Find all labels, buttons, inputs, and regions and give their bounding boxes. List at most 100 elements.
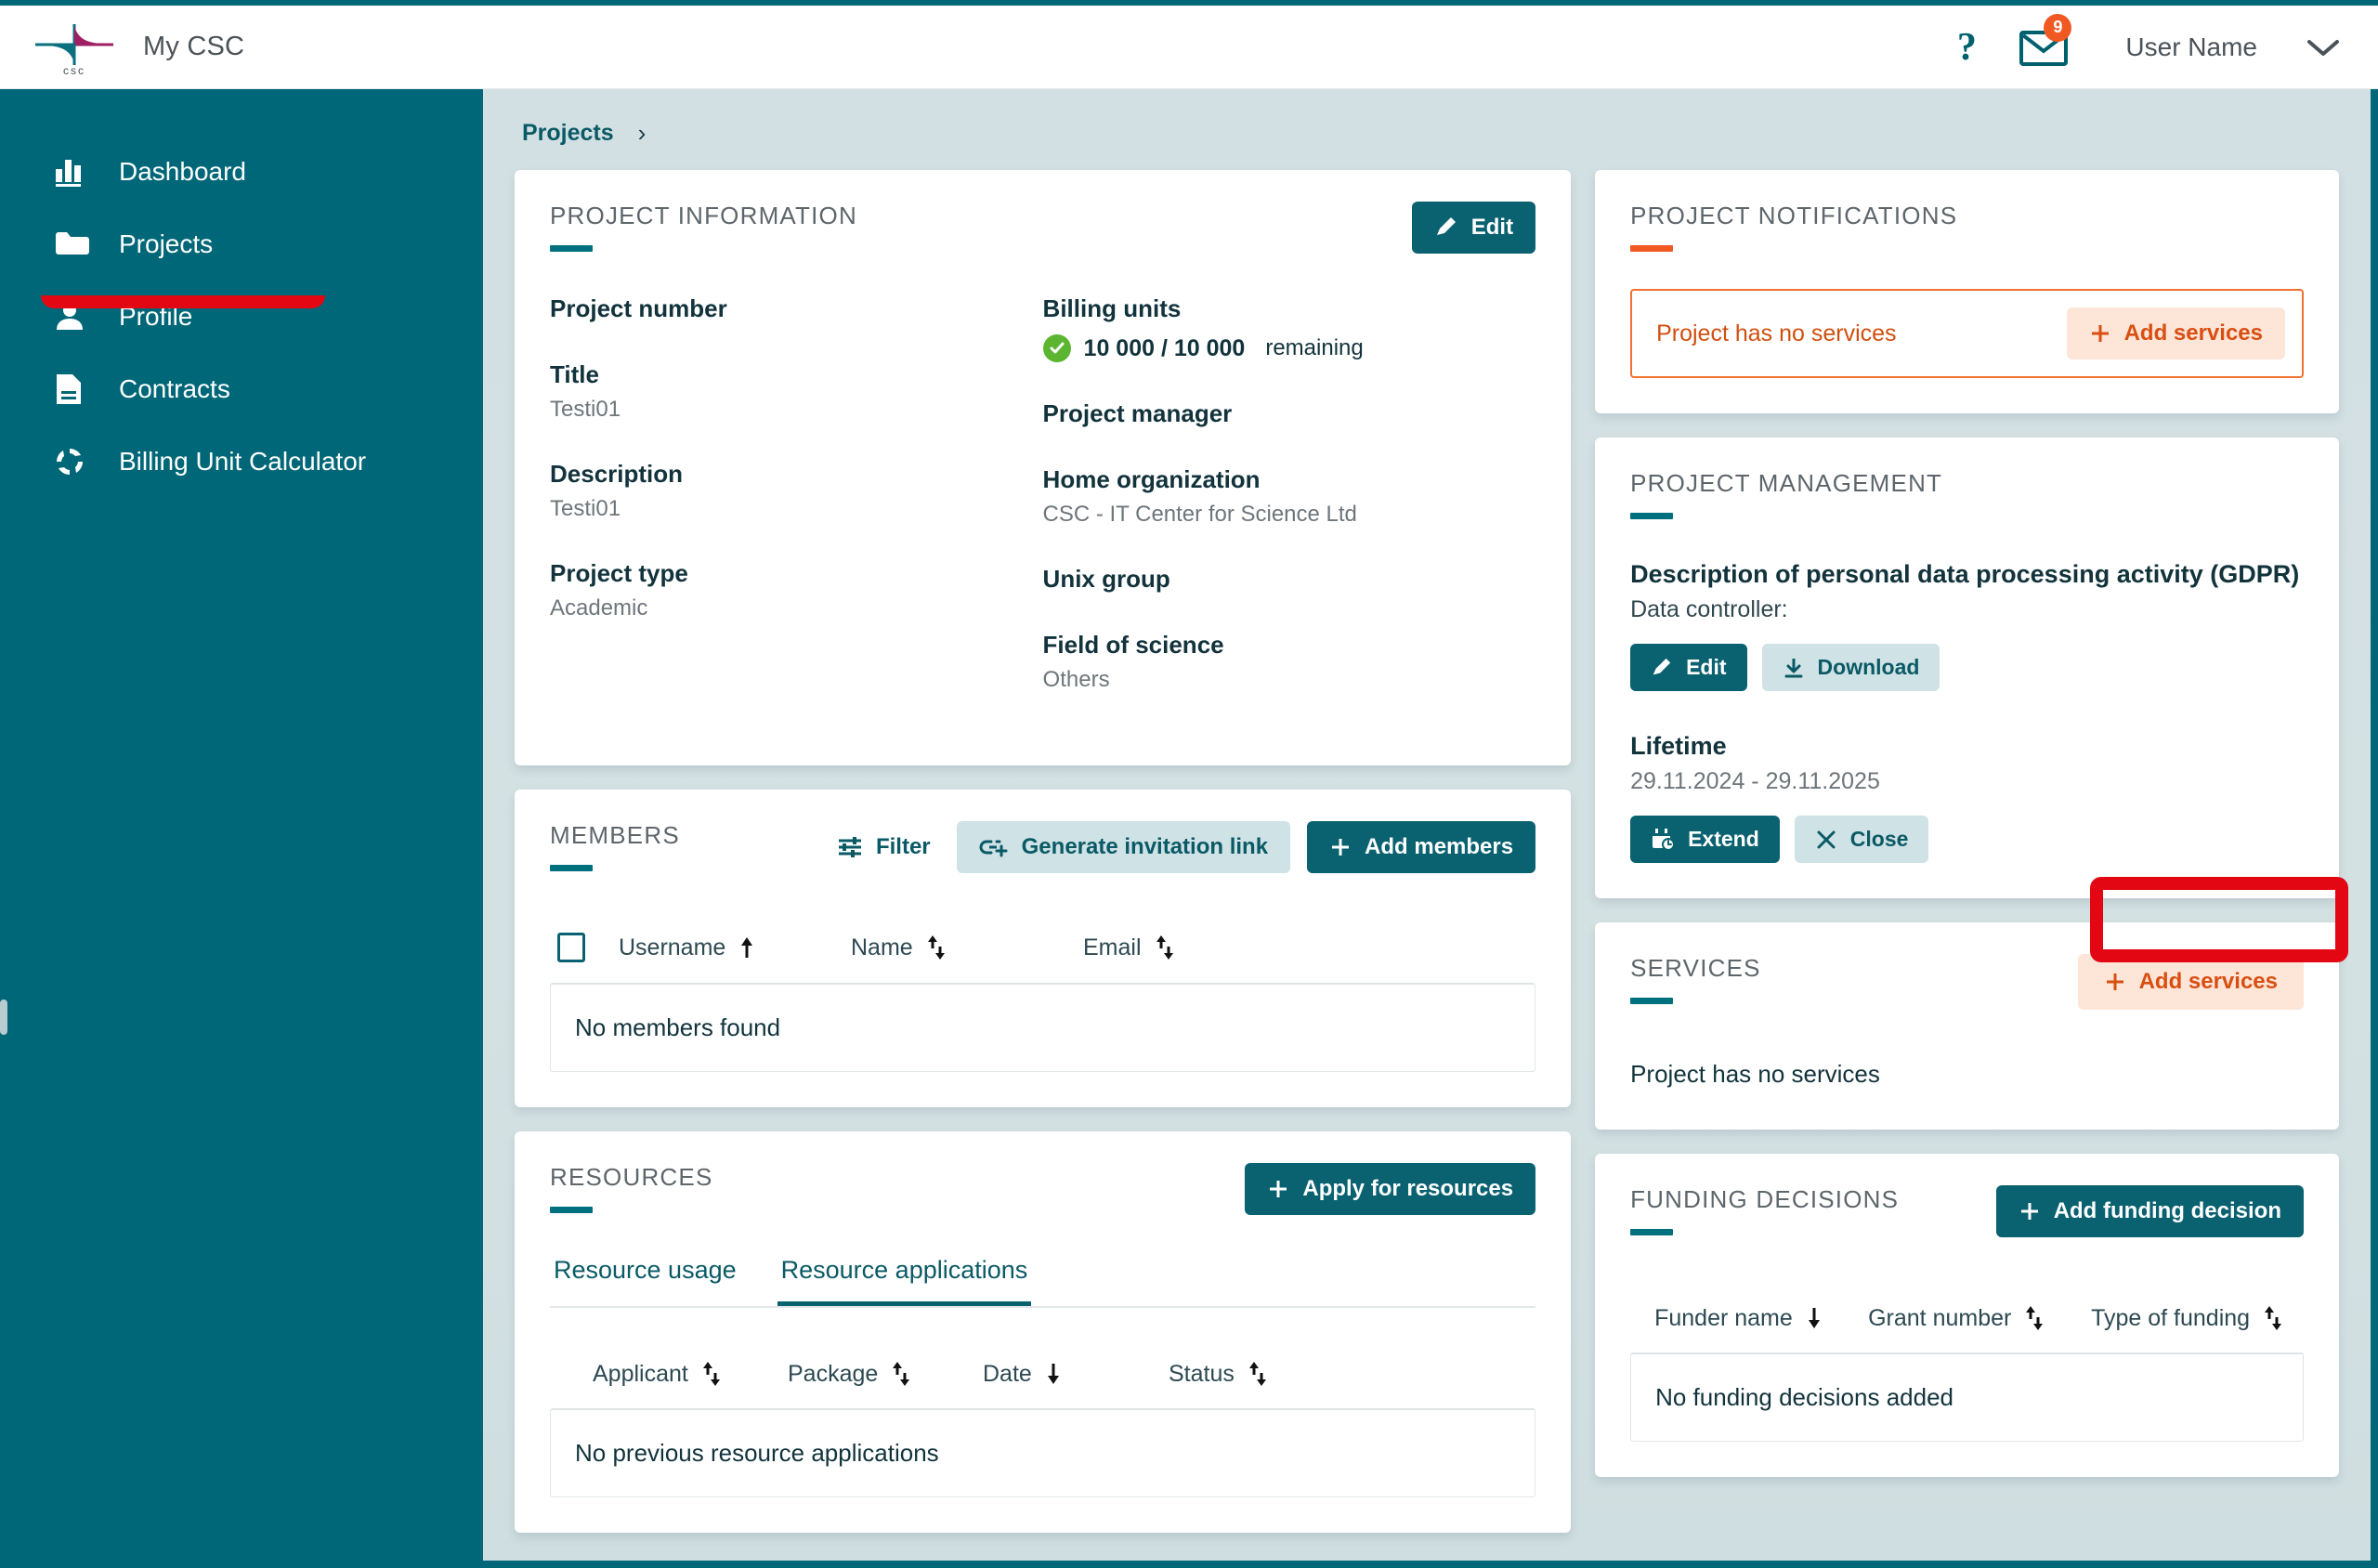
funding-decisions-card: FUNDING DECISIONS Add funding decision F… — [1595, 1154, 2339, 1477]
add-services-label: Add services — [2138, 969, 2278, 994]
field-billing-units: Billing units 10 000 / 10 000 remaining — [1042, 294, 1536, 362]
sort-desc-icon — [1806, 1306, 1823, 1330]
field-unix-group: Unix group — [1043, 565, 1536, 594]
plus-icon — [2019, 1200, 2041, 1222]
billing-units-suffix: remaining — [1265, 335, 1364, 360]
column-label: Email — [1083, 934, 1142, 960]
question-mark-icon[interactable]: ? — [1934, 28, 1999, 67]
pencil-icon — [1651, 657, 1673, 679]
resources-empty-text: No previous resource applications — [575, 1439, 939, 1467]
notification-banner: Project has no services Add services — [1630, 289, 2304, 378]
card-title: PROJECT NOTIFICATIONS — [1630, 202, 1958, 229]
app-root: csc My CSC ? 9 User Name Dashboard Proje… — [0, 0, 2378, 1568]
add-services-button[interactable]: Add services — [2077, 954, 2304, 1010]
funding-empty-row: No funding decisions added — [1630, 1352, 2304, 1442]
sort-both-icon — [2024, 1304, 2045, 1332]
add-members-button[interactable]: Add members — [1307, 821, 1536, 873]
field-value: CSC - IT Center for Science Ltd — [1042, 502, 1357, 527]
generate-invitation-link-button[interactable]: Generate invitation link — [956, 821, 1291, 873]
column-header-email[interactable]: Email — [1083, 934, 1175, 961]
close-project-label: Close — [1849, 827, 1909, 851]
column-header-applicant[interactable]: Applicant — [593, 1360, 788, 1388]
field-value: Testi01 — [550, 397, 621, 422]
add-funding-decision-button[interactable]: Add funding decision — [1995, 1185, 2304, 1237]
column-label: Applicant — [593, 1360, 688, 1387]
chevron-down-icon[interactable] — [2306, 36, 2341, 59]
title-rule — [550, 865, 593, 871]
mail-badge-count: 9 — [2044, 13, 2072, 42]
sidebar-item-dashboard[interactable]: Dashboard — [0, 136, 483, 208]
title-rule — [1630, 245, 1674, 252]
project-info-right-fields: Billing units 10 000 / 10 000 remaining — [1042, 294, 1536, 730]
extend-button[interactable]: Extend — [1630, 816, 1780, 863]
project-notifications-card: PROJECT NOTIFICATIONS Project has no ser… — [1595, 170, 2339, 413]
sidebar-item-profile[interactable]: Profile — [0, 281, 483, 353]
notification-add-services-label: Add services — [2123, 320, 2263, 346]
column-header-date[interactable]: Date — [983, 1361, 1169, 1388]
brand[interactable]: csc My CSC — [0, 19, 244, 76]
breadcrumb-separator-icon: › — [637, 119, 647, 147]
filter-button[interactable]: Filter — [833, 821, 940, 873]
field-value: Others — [1042, 667, 1110, 692]
field-label: Project type — [550, 559, 688, 587]
gdpr-download-button[interactable]: Download — [1761, 644, 1940, 691]
field-label: Home organization — [1042, 465, 1261, 493]
notification-add-services-button[interactable]: Add services — [2066, 307, 2285, 359]
title-rule — [1630, 998, 1674, 1004]
column-header-name[interactable]: Name — [851, 934, 1083, 961]
column-header-grant-number[interactable]: Grant number — [1868, 1304, 2091, 1332]
scrollbar-thumb[interactable] — [0, 1000, 7, 1035]
project-information-card: PROJECT INFORMATION Edit Project number … — [515, 170, 1572, 765]
sidebar-item-projects[interactable]: Projects — [0, 208, 483, 281]
sort-desc-icon — [1045, 1362, 1062, 1386]
check-circle-icon — [1042, 334, 1071, 362]
lifetime-label: Lifetime — [1630, 732, 1727, 760]
breadcrumb-projects-link[interactable]: Projects — [522, 120, 614, 147]
close-project-button[interactable]: Close — [1794, 816, 1929, 863]
close-icon — [1815, 829, 1837, 851]
column-header-funder-name[interactable]: Funder name — [1654, 1305, 1868, 1332]
link-add-icon — [979, 836, 1009, 858]
notification-message: Project has no services — [1656, 320, 1897, 346]
top-bar: csc My CSC ? 9 User Name — [0, 6, 2378, 89]
column-header-status[interactable]: Status — [1169, 1360, 1268, 1388]
user-name-label: User Name — [2125, 32, 2257, 61]
content-area: Projects › PROJECT INFORMATION Edit Proj… — [483, 89, 2371, 1561]
field-project-type: Project type Academic — [550, 559, 1043, 621]
field-label: Unix group — [1042, 565, 1170, 593]
pencil-icon — [1434, 216, 1458, 240]
sidebar-item-contracts[interactable]: Contracts — [0, 353, 483, 425]
annotation-underline-projects — [41, 295, 325, 308]
project-info-left-fields: Project number Title Testi01 Description… — [550, 294, 1043, 730]
column-header-username[interactable]: Username — [619, 934, 851, 961]
plus-icon — [1267, 1178, 1289, 1200]
calendar-clock-icon — [1651, 828, 1676, 852]
sidebar-item-label: Billing Unit Calculator — [119, 447, 367, 476]
sidebar-item-billing-unit-calculator[interactable]: Billing Unit Calculator — [0, 425, 483, 498]
apply-for-resources-label: Apply for resources — [1302, 1176, 1514, 1201]
tab-resource-applications[interactable]: Resource applications — [777, 1256, 1032, 1306]
sort-both-icon — [926, 934, 947, 961]
edit-project-button[interactable]: Edit — [1411, 202, 1536, 254]
card-title: PROJECT INFORMATION — [550, 202, 857, 229]
messages-button[interactable]: 9 — [1999, 13, 2088, 66]
gdpr-edit-label: Edit — [1686, 655, 1727, 679]
title-rule — [550, 245, 593, 252]
card-title: PROJECT MANAGEMENT — [1630, 469, 1943, 497]
refresh-circle-icon — [54, 446, 91, 477]
sort-both-icon — [891, 1360, 911, 1388]
sidebar-item-label: Contracts — [119, 374, 230, 403]
column-header-package[interactable]: Package — [788, 1360, 983, 1388]
field-label: Project manager — [1042, 399, 1233, 427]
apply-for-resources-button[interactable]: Apply for resources — [1245, 1163, 1536, 1215]
gdpr-edit-button[interactable]: Edit — [1630, 644, 1747, 691]
svg-text:csc: csc — [63, 64, 85, 76]
column-header-type-of-funding[interactable]: Type of funding — [2091, 1304, 2283, 1332]
lifetime-block: Lifetime 29.11.2024 - 29.11.2025 Extend … — [1630, 732, 2304, 863]
select-all-checkbox[interactable] — [557, 933, 585, 962]
download-icon — [1783, 657, 1805, 679]
field-title: Title Testi01 — [550, 360, 1043, 423]
tab-resource-usage[interactable]: Resource usage — [550, 1256, 740, 1306]
members-empty-text: No members found — [575, 1013, 781, 1041]
add-funding-decision-label: Add funding decision — [2053, 1198, 2281, 1223]
